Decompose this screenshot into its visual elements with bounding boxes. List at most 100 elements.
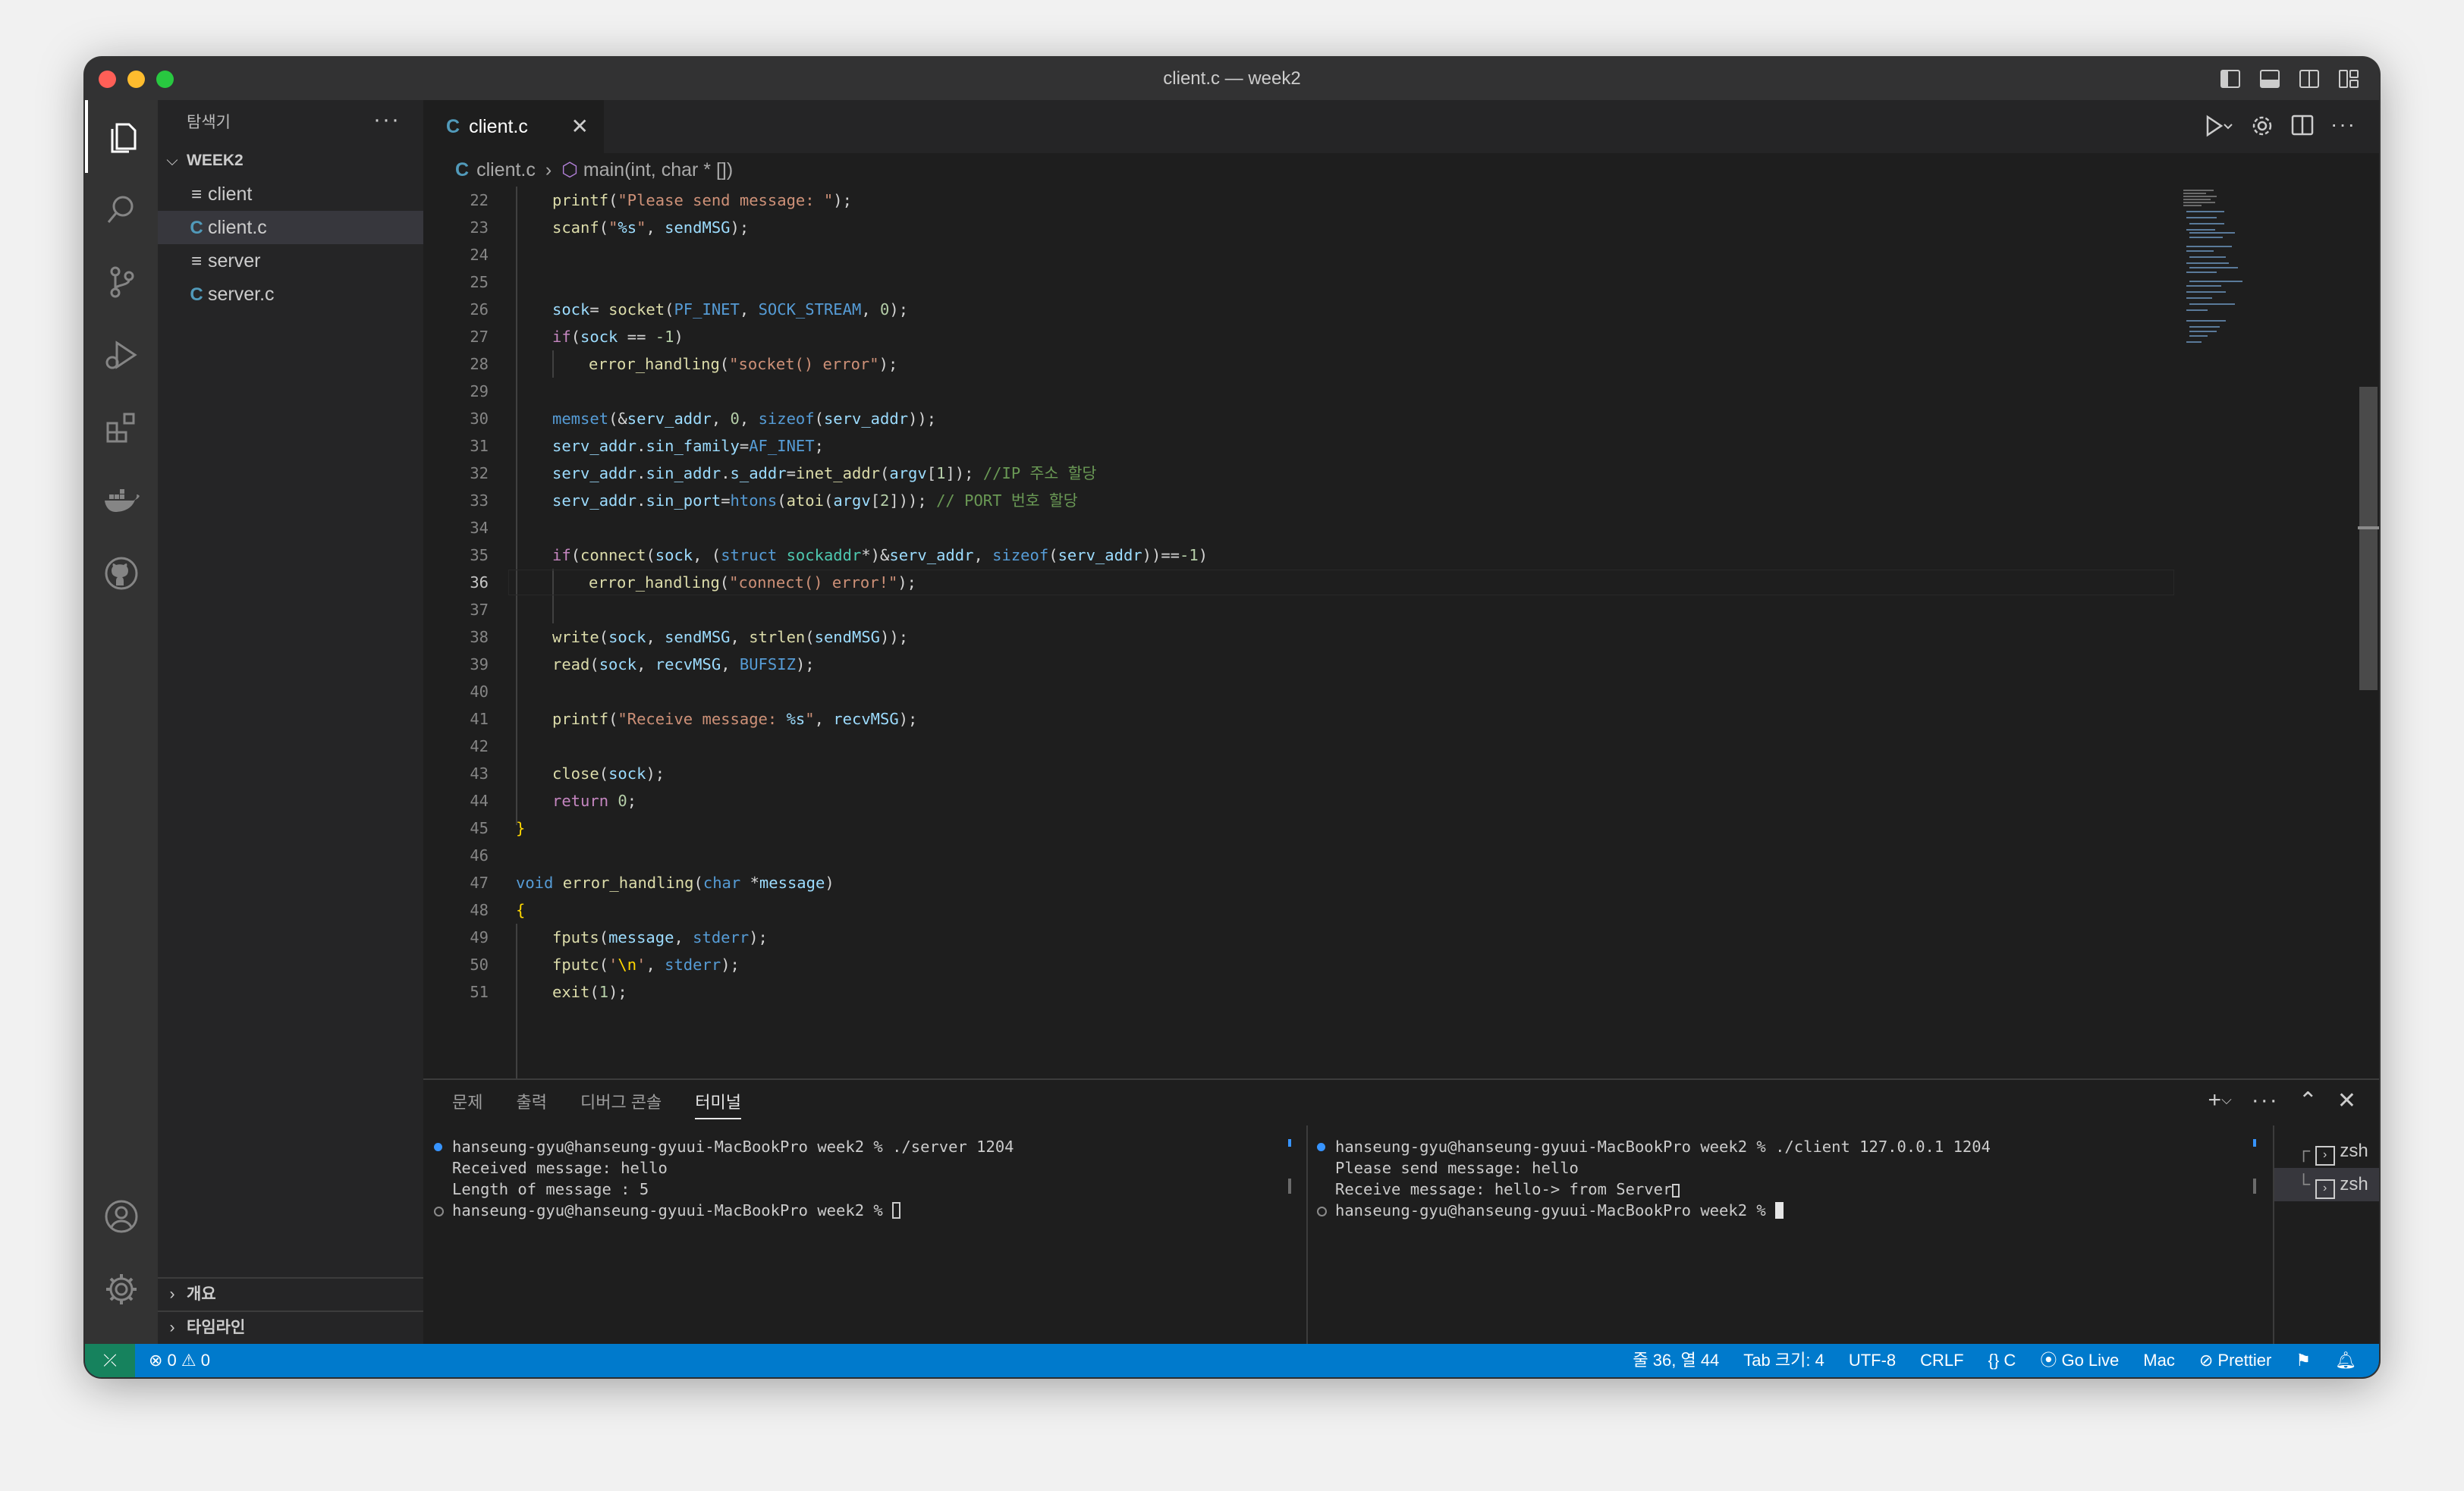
- end-of-line[interactable]: CRLF: [1920, 1344, 1963, 1377]
- extensions-icon[interactable]: [85, 391, 158, 464]
- tab-client-c[interactable]: Cclient.c ✕: [423, 100, 604, 153]
- code-line: 27 if(sock == -1): [470, 328, 684, 346]
- broadcast-icon: ⦿: [2040, 1351, 2057, 1370]
- terminal-cursor: [1775, 1202, 1784, 1219]
- title-bar: client.c — week2: [85, 58, 2379, 100]
- terminal-line: Please send message: hello: [1335, 1159, 1579, 1177]
- c-file-icon: C: [446, 116, 460, 137]
- tab-terminal[interactable]: 터미널: [695, 1080, 741, 1125]
- gear-icon[interactable]: [2250, 114, 2274, 143]
- split-editor-icon[interactable]: [2291, 114, 2314, 143]
- command-success-dot-icon: [434, 1143, 442, 1151]
- file-server[interactable]: ≡ server: [158, 244, 423, 278]
- code-line: 33 serv_addr.sin_port=htons(atoi(argv[2])…: [470, 491, 1078, 510]
- encoding[interactable]: UTF-8: [1849, 1344, 1896, 1377]
- code-line: 44 return 0;: [470, 792, 637, 810]
- terminal-server[interactable]: hanseung-gyu@hanseung-gyuui-MacBookPro w…: [423, 1136, 1303, 1377]
- more-actions-icon[interactable]: ···: [2252, 1088, 2279, 1114]
- explorer-title: 탐색기: [187, 114, 231, 131]
- code-line: 39 read(sock, recvMSG, BUFSIZ);: [470, 655, 815, 673]
- code-line: 46: [470, 846, 489, 865]
- toggle-panel-icon[interactable]: [2256, 67, 2283, 91]
- notifications-bell-icon[interactable]: 🔔︎: [2335, 1344, 2356, 1377]
- docker-icon[interactable]: [85, 464, 158, 537]
- prettier-button[interactable]: ⊘ Prettier: [2199, 1344, 2271, 1377]
- breadcrumb-symbol[interactable]: main(int, char * []): [583, 159, 733, 180]
- maximize-panel-icon[interactable]: ⌃: [2299, 1088, 2318, 1114]
- bottom-panel: 문제 출력 디버그 콘솔 터미널 +⌵ ··· ⌃ ✕ hanseung-gyu…: [423, 1078, 2379, 1377]
- timeline-section[interactable]: › 타임라인: [158, 1311, 423, 1344]
- tab-output[interactable]: 출력: [516, 1080, 546, 1125]
- method-cube-icon: ⬡: [561, 159, 578, 180]
- cursor-position[interactable]: 줄 36, 열 44: [1633, 1344, 1719, 1377]
- code-line: 25: [470, 273, 489, 291]
- customize-layout-icon[interactable]: [2335, 67, 2362, 91]
- code-line: 28 error_handling("socket() error");: [470, 355, 898, 373]
- tab-problems[interactable]: 문제: [452, 1080, 482, 1125]
- code-editor[interactable]: 22 printf("Please send message: "); 23 sca…: [423, 187, 2259, 1078]
- run-file-icon[interactable]: [2203, 114, 2233, 143]
- file-server-c[interactable]: Cserver.c: [158, 278, 423, 311]
- settings-gear-icon[interactable]: [85, 1253, 158, 1326]
- terminal-line: Receive message: hello-> from Server: [1306, 1179, 2270, 1200]
- feedback-icon[interactable]: ⚑: [2296, 1344, 2311, 1377]
- close-tab-icon[interactable]: ✕: [571, 100, 589, 153]
- tab-label: client.c: [469, 116, 528, 137]
- code-line: 23 scanf("%s", sendMSG);: [470, 218, 750, 237]
- chevron-right-icon: ›: [169, 1285, 175, 1303]
- code-line: 38 write(sock, sendMSG, strlen(sendMSG));: [470, 628, 909, 646]
- tab-debug-console[interactable]: 디버그 콘솔: [580, 1080, 662, 1125]
- code-line: 36 error_handling("connect() error!");: [423, 569, 2259, 596]
- scrollbar-cursor-marker: [2358, 526, 2379, 529]
- minimap[interactable]: [2183, 187, 2267, 353]
- code-line: 50 fputc('\n', stderr);: [470, 956, 740, 974]
- new-terminal-icon[interactable]: +⌵: [2208, 1088, 2232, 1114]
- terminal-list: ┌ › zsh └ › zsh: [2273, 1125, 2379, 1377]
- go-live-button[interactable]: ⦿ Go Live: [2040, 1344, 2119, 1377]
- terminal-icon: ›: [2315, 1146, 2335, 1166]
- editor-scrollbar[interactable]: [2358, 187, 2379, 1078]
- run-debug-icon[interactable]: [85, 319, 158, 391]
- chevron-right-icon: ›: [169, 1319, 175, 1336]
- tab-size[interactable]: Tab 크기: 4: [1743, 1344, 1824, 1377]
- scrollbar-thumb[interactable]: [2359, 387, 2378, 690]
- github-icon[interactable]: [85, 537, 158, 610]
- code-line: 37: [470, 601, 489, 619]
- scroll-marker: [1288, 1139, 1291, 1147]
- outline-section[interactable]: › 개요: [158, 1277, 423, 1311]
- terminal-tab-2[interactable]: └ › zsh: [2274, 1168, 2379, 1201]
- file-client-c[interactable]: Cclient.c: [158, 211, 423, 244]
- window-title: client.c — week2: [1163, 68, 1301, 89]
- remote-icon[interactable]: ⤫: [85, 1344, 135, 1377]
- problems-indicator[interactable]: ⊗ 0 ⚠ 0: [149, 1344, 210, 1377]
- search-icon[interactable]: [85, 173, 158, 246]
- source-control-icon[interactable]: [85, 246, 158, 319]
- code-line: 45}: [470, 819, 526, 837]
- file-label: server: [208, 250, 261, 272]
- more-actions-icon[interactable]: ···: [2330, 114, 2356, 143]
- scroll-marker: [2253, 1139, 2256, 1147]
- code-line: 35 if(connect(sock, (struct sockaddr*)&se…: [470, 546, 1208, 564]
- breadcrumb-file[interactable]: client.c: [476, 159, 536, 180]
- explorer-icon[interactable]: [85, 100, 158, 173]
- folder-week2[interactable]: ⌵ WEEK2: [158, 144, 423, 177]
- terminal-line: hanseung-gyu@hanseung-gyuui-MacBookPro w…: [1306, 1200, 2270, 1221]
- file-client[interactable]: ≡ client: [158, 177, 423, 211]
- close-panel-icon[interactable]: ✕: [2337, 1088, 2356, 1114]
- c-file-icon: C: [190, 218, 203, 238]
- code-line: 22 printf("Please send message: ");: [470, 191, 852, 209]
- code-line: 29: [470, 382, 489, 400]
- scroll-marker: [1288, 1179, 1291, 1194]
- platform-label[interactable]: Mac: [2143, 1344, 2175, 1377]
- language-mode[interactable]: {} C: [1988, 1344, 2016, 1377]
- command-empty-dot-icon: [434, 1207, 444, 1216]
- file-lines-icon: ≡: [190, 251, 202, 272]
- toggle-sidebar-icon[interactable]: [2217, 67, 2244, 91]
- file-label: client.c: [208, 217, 267, 238]
- terminal-client[interactable]: hanseung-gyu@hanseung-gyuui-MacBookPro w…: [1306, 1136, 2270, 1377]
- toggle-secondary-sidebar-icon[interactable]: [2296, 67, 2323, 91]
- accounts-icon[interactable]: [85, 1180, 158, 1253]
- terminal-tab-1[interactable]: ┌ › zsh: [2274, 1135, 2379, 1168]
- tree-branch-icon: └: [2297, 1174, 2311, 1194]
- more-actions-icon[interactable]: ···: [373, 100, 401, 146]
